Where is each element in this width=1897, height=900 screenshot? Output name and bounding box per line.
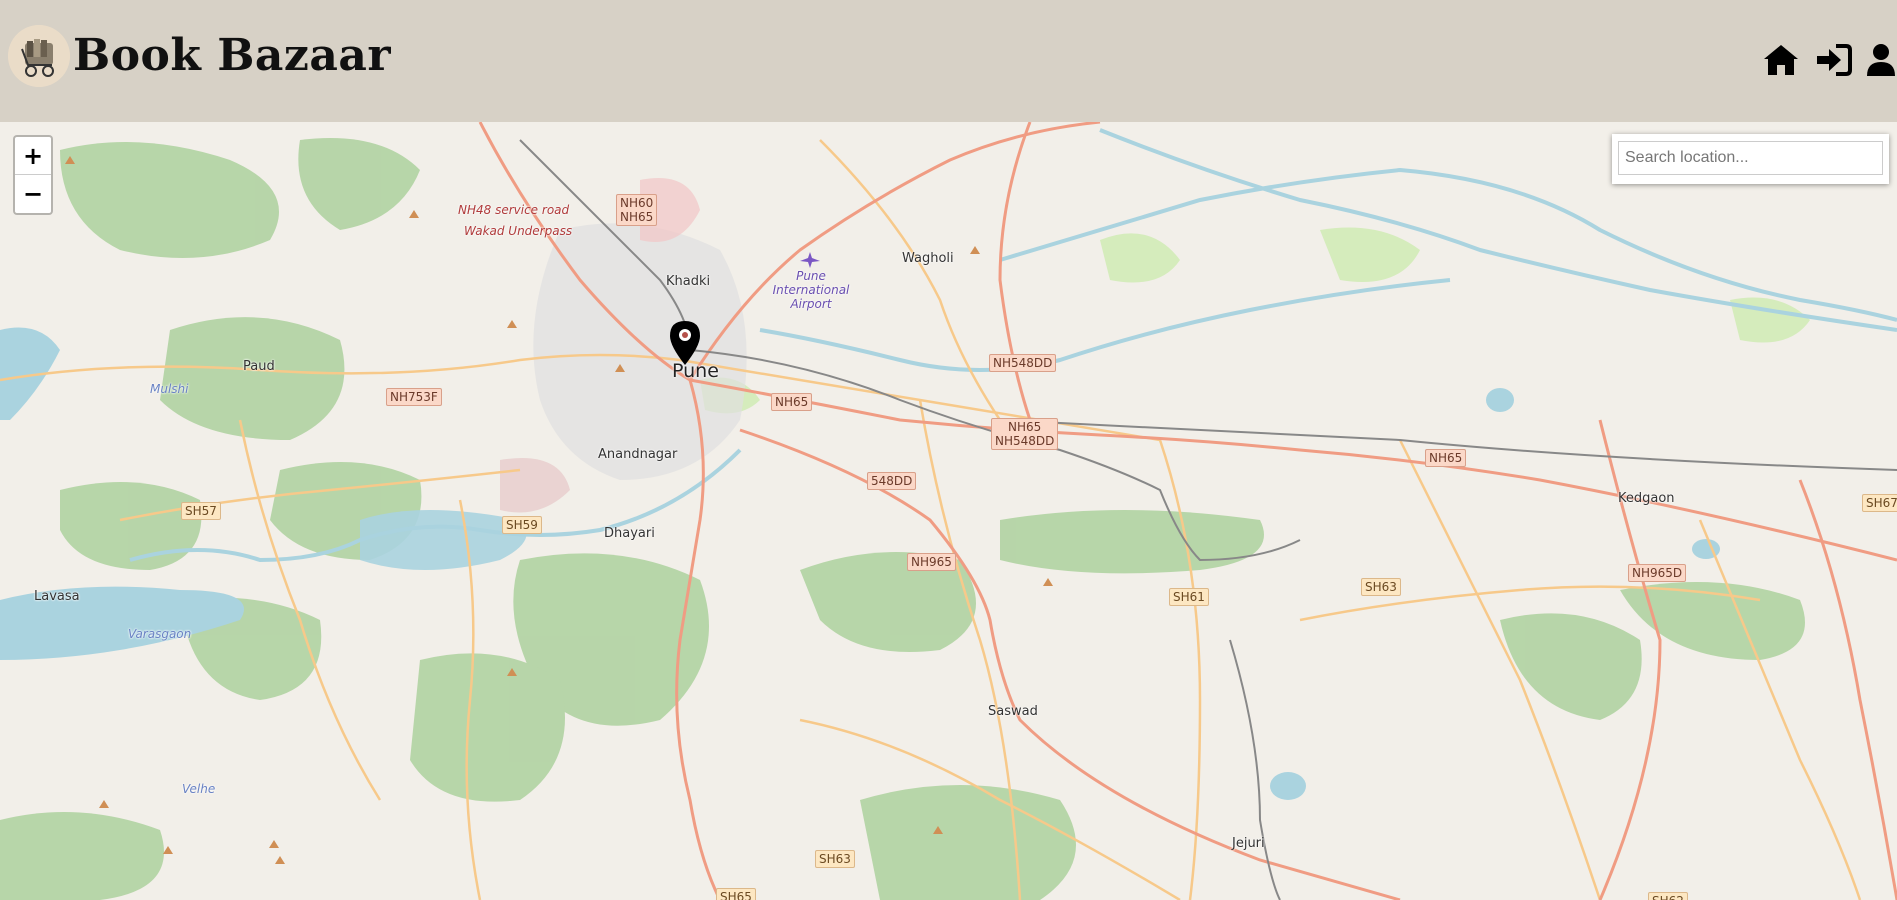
road-shield-sh61: SH61 <box>1169 588 1209 606</box>
book-cart-logo[interactable] <box>8 25 70 87</box>
road-shield-nh753f: NH753F <box>386 388 442 406</box>
road-shield-548dd: 548DD <box>867 472 917 490</box>
brand-title[interactable]: Book Bazaar <box>73 30 391 81</box>
road-shield-sh65: SH65 <box>716 888 756 900</box>
road-shield-sh63-south: SH63 <box>815 850 855 868</box>
place-label-khadki: Khadki <box>666 274 711 289</box>
place-label-wagholi: Wagholi <box>902 251 954 266</box>
place-label-paud: Paud <box>243 359 275 374</box>
place-label-kedgaon: Kedgaon <box>1618 491 1675 506</box>
location-pin-icon[interactable] <box>668 320 702 366</box>
place-label-varasgaon: Varasgaon <box>128 627 192 641</box>
place-label-saswad: Saswad <box>988 704 1038 719</box>
zoom-in-button[interactable]: + <box>15 137 51 175</box>
road-label-wakad-underpass: Wakad Underpass <box>464 224 573 238</box>
place-label-velhe: Velhe <box>182 782 216 796</box>
road-shield-sh57: SH57 <box>181 502 221 520</box>
road-shield-nh60-nh65: NH60 NH65 <box>616 194 658 226</box>
map-tiles <box>0 122 1897 900</box>
road-label-nh48-service-road: NH48 service road <box>458 203 570 217</box>
road-shield-nh65-east: NH65 <box>1425 449 1467 467</box>
top-navbar: Book Bazaar <box>0 0 1897 122</box>
sign-in-icon[interactable] <box>1815 42 1853 78</box>
road-shield-sh63: SH63 <box>1361 578 1401 596</box>
zoom-out-button[interactable]: − <box>15 175 51 213</box>
road-shield-sh62: SH62 <box>1648 892 1688 900</box>
road-shield-nh548dd: NH548DD <box>989 354 1057 372</box>
road-shield-nh65: NH65 <box>771 393 813 411</box>
search-location-input[interactable] <box>1618 141 1883 175</box>
road-shield-nh965: NH965 <box>907 553 956 571</box>
road-shield-nh65-nh548dd: NH65 NH548DD <box>991 418 1059 450</box>
place-label-anandnagar: Anandnagar <box>598 447 678 462</box>
user-icon[interactable] <box>1862 42 1897 78</box>
place-label-mulshi: Mulshi <box>150 382 189 396</box>
map-view[interactable]: Pune Khadki Wagholi Paud Mulshi Anandnag… <box>0 122 1897 900</box>
place-label-jejuri: Jejuri <box>1232 836 1265 851</box>
place-label-lavasa: Lavasa <box>34 589 80 604</box>
home-icon[interactable] <box>1762 42 1800 78</box>
place-label-airport: Pune International Airport <box>772 269 850 311</box>
zoom-control: + − <box>13 135 53 215</box>
road-shield-sh67: SH67 <box>1862 494 1897 512</box>
road-shield-nh965d: NH965D <box>1628 564 1687 582</box>
place-label-dhayari: Dhayari <box>604 526 655 541</box>
location-search-panel <box>1612 134 1889 184</box>
road-shield-sh59: SH59 <box>502 516 542 534</box>
